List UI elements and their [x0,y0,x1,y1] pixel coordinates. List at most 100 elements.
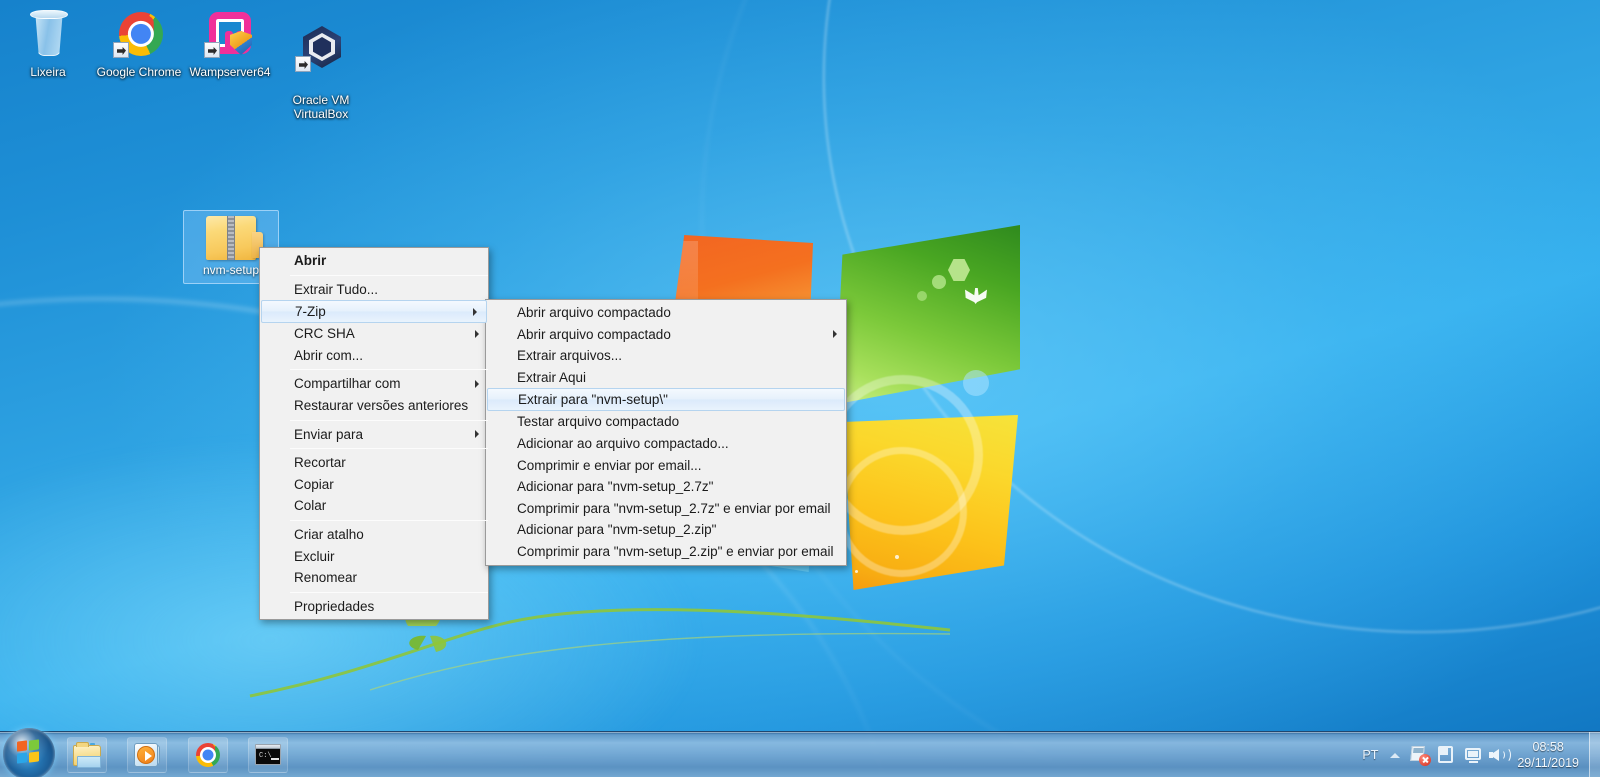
chrome-icon [194,742,222,768]
network-monitor-icon[interactable] [1459,742,1485,768]
recycle-bin-icon [22,10,74,60]
menu-separator [290,519,488,521]
volume-icon[interactable] [1485,742,1512,768]
menu-item-extrair-tudo[interactable]: Extrair Tudo... [260,279,488,301]
action-center-flag-icon[interactable] [1433,742,1459,768]
menu-item-colar[interactable]: Colar [260,495,488,517]
menu-item-label: Comprimir para "nvm-setup_2.7z" e enviar… [517,500,831,516]
system-tray[interactable]: PT 08:58 29/11/2019 [1353,732,1600,777]
clock-date: 29/11/2019 [1517,756,1579,770]
menu-item-abrir-com[interactable]: Abrir com... [260,345,488,367]
desktop-icon-label: Lixeira [30,65,66,79]
menu-separator [290,448,488,450]
context-menu[interactable]: Abrir Extrair Tudo... 7-Zip CRC SHA Abri… [259,247,489,621]
taskbar[interactable]: C:\ PT 08:58 29/11/2019 [0,728,1600,777]
menu-item-label: Enviar para [294,426,364,442]
menu-item-recortar[interactable]: Recortar [260,452,488,474]
cmd-prompt-text: C:\ [259,752,272,760]
menu-item-label: Extrair Aqui [517,369,587,385]
menu-item-label: Comprimir e enviar por email... [517,457,702,473]
network-icon[interactable] [1407,742,1433,768]
menu-item-label: Extrair arquivos... [517,348,623,364]
menu-item-label: Abrir com... [294,347,364,363]
windows-logo-icon [17,739,41,765]
menu-item-label: Comprimir para "nvm-setup_2.zip" e envia… [517,543,834,559]
chevron-right-icon [475,329,479,338]
menu-item-label: Testar arquivo compactado [517,414,680,430]
taskbar-windows-explorer-button[interactable] [67,737,107,773]
menu-item-label: Renomear [294,570,358,586]
menu-item-label: Adicionar ao arquivo compactado... [517,435,729,451]
chevron-right-icon [833,330,837,339]
desktop-icon-oracle-vm-virtualbox[interactable]: Oracle VM VirtualBox [273,4,369,122]
submenu-item-adicionar-para-zip[interactable]: Adicionar para "nvm-setup_2.zip" [486,519,846,541]
clock-time: 08:58 [1532,740,1564,754]
menu-item-label: Adicionar para "nvm-setup_2.zip" [517,522,717,538]
chrome-icon [113,10,165,60]
desktop-file-label: nvm-setup [202,263,260,277]
menu-item-label: Extrair para "nvm-setup\" [518,392,668,408]
menu-item-label: Abrir arquivo compactado [517,326,671,342]
menu-separator [290,419,488,421]
submenu-item-comprimir-e-enviar-por-email[interactable]: Comprimir e enviar por email... [486,455,846,477]
menu-item-renomear[interactable]: Renomear [260,567,488,589]
menu-item-label: Compartilhar com [294,376,401,392]
taskbar-windows-media-player-button[interactable] [127,737,167,773]
menu-item-label: Excluir [294,548,335,564]
menu-separator [290,591,488,593]
submenu-item-comprimir-para-zip-email[interactable]: Comprimir para "nvm-setup_2.zip" e envia… [486,541,846,563]
show-hidden-icons-button[interactable] [1387,747,1403,763]
menu-item-restaurar-versoes-anteriores[interactable]: Restaurar versões anteriores [260,395,488,417]
taskbar-command-prompt-button[interactable]: C:\ [248,737,288,773]
menu-item-label: Abrir [294,253,327,268]
menu-item-crc-sha[interactable]: CRC SHA [260,323,488,345]
desktop[interactable]: Lixeira Google Chrome Wampserver64 Oracl… [0,0,1600,777]
start-button[interactable] [3,728,55,777]
menu-item-compartilhar-com[interactable]: Compartilhar com [260,373,488,395]
submenu-item-testar-arquivo-compactado[interactable]: Testar arquivo compactado [486,411,846,433]
menu-item-label: CRC SHA [294,326,355,342]
menu-item-criar-atalho[interactable]: Criar atalho [260,524,488,546]
submenu-item-adicionar-ao-arquivo-compactado[interactable]: Adicionar ao arquivo compactado... [486,433,846,455]
logo-bubble-3 [963,370,989,396]
desktop-icon-label: Google Chrome [96,65,182,79]
show-desktop-button[interactable] [1589,732,1600,777]
menu-item-label: Propriedades [294,598,375,614]
media-player-icon [133,742,161,768]
logo-spark-2 [855,570,858,573]
logo-spark-1 [895,555,899,559]
submenu-item-extrair-para-nvm-setup[interactable]: Extrair para "nvm-setup\" [487,388,845,412]
menu-item-abrir[interactable]: Abrir [260,250,488,272]
cmd-icon: C:\ [254,742,282,768]
chevron-right-icon [475,380,479,389]
clock[interactable]: 08:58 29/11/2019 [1511,739,1589,771]
taskbar-google-chrome-button[interactable] [188,737,228,773]
menu-item-label: Criar atalho [294,526,364,542]
menu-item-enviar-para[interactable]: Enviar para [260,424,488,446]
desktop-icon-lixeira[interactable]: Lixeira [0,4,96,80]
menu-separator [290,369,488,371]
submenu-item-comprimir-para-7z-email[interactable]: Comprimir para "nvm-setup_2.7z" e enviar… [486,498,846,520]
desktop-icon-label: Oracle VM VirtualBox [292,93,350,121]
submenu-7-zip[interactable]: Abrir arquivo compactado Abrir arquivo c… [485,299,847,566]
menu-separator [290,274,488,276]
menu-item-label: Colar [294,498,327,514]
language-indicator[interactable]: PT [1353,748,1387,762]
desktop-icon-wampserver64[interactable]: Wampserver64 [182,4,278,80]
menu-item-copiar[interactable]: Copiar [260,474,488,496]
menu-item-propriedades[interactable]: Propriedades [260,596,488,618]
submenu-item-abrir-arquivo-compactado[interactable]: Abrir arquivo compactado [486,302,846,324]
menu-item-label: Adicionar para "nvm-setup_2.7z" [517,479,714,495]
desktop-icon-label: Wampserver64 [189,65,271,79]
submenu-item-extrair-arquivos[interactable]: Extrair arquivos... [486,345,846,367]
submenu-item-extrair-aqui[interactable]: Extrair Aqui [486,367,846,389]
menu-item-7-zip[interactable]: 7-Zip [261,300,487,324]
submenu-item-abrir-arquivo-compactado-2[interactable]: Abrir arquivo compactado [486,324,846,346]
menu-item-label: Extrair Tudo... [294,281,379,297]
logo-ring-inner [837,447,967,577]
menu-item-label: Restaurar versões anteriores [294,397,469,413]
desktop-icon-google-chrome[interactable]: Google Chrome [91,4,187,80]
virtualbox-icon [295,24,347,74]
submenu-item-adicionar-para-7z[interactable]: Adicionar para "nvm-setup_2.7z" [486,476,846,498]
menu-item-excluir[interactable]: Excluir [260,546,488,568]
